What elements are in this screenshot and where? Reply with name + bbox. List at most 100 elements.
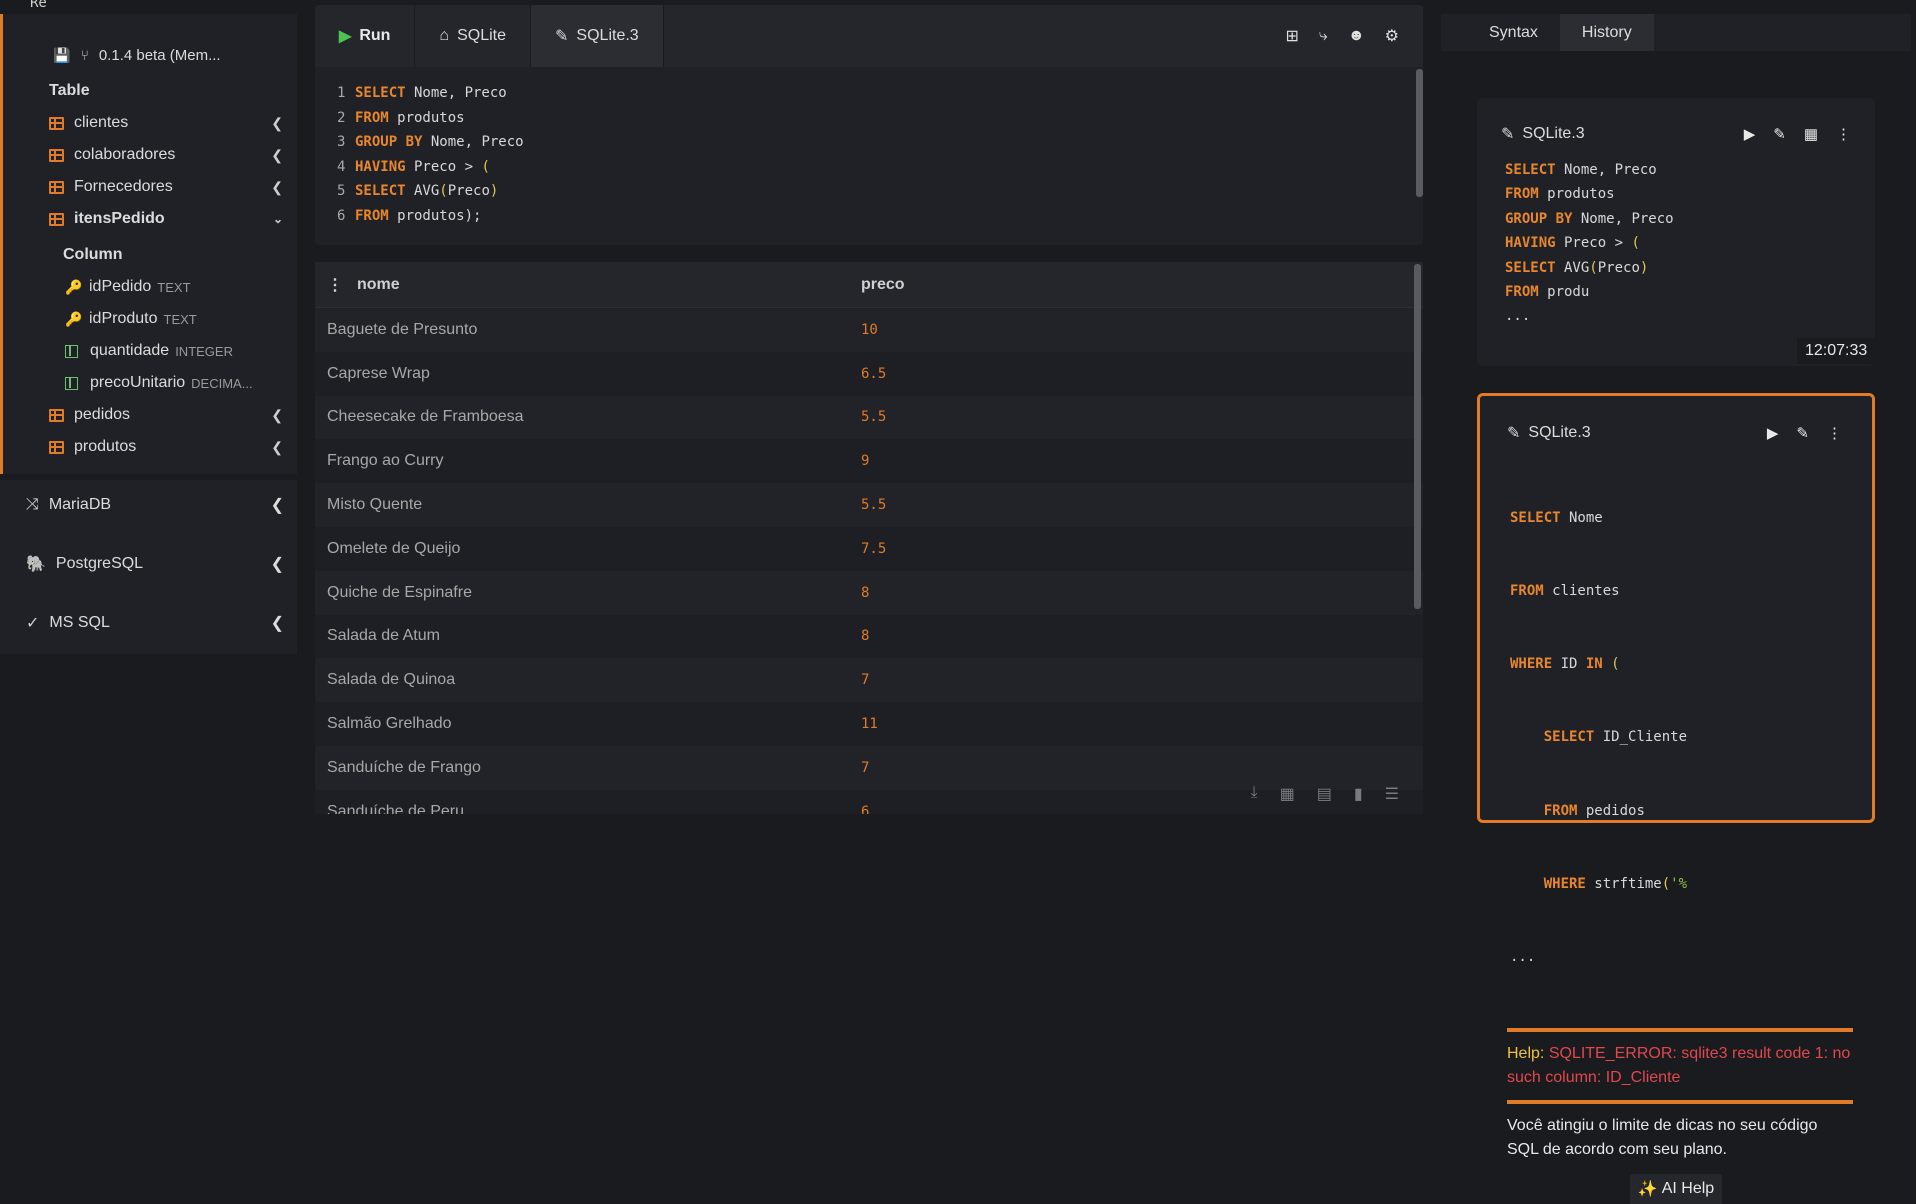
- history-title: SQLite.3: [1528, 424, 1591, 441]
- pencil-icon: ✎: [1507, 425, 1521, 442]
- column-item[interactable]: 🔑 idPedido TEXT: [65, 272, 191, 302]
- chevron-left-icon[interactable]: ❮: [271, 613, 284, 633]
- column-menu-icon[interactable]: ⋮: [327, 275, 343, 295]
- column-item[interactable]: quantidade INTEGER: [65, 336, 233, 366]
- code-line: 5 SELECT AVG(Preco): [337, 183, 499, 199]
- tab-sqlite[interactable]: ⌂ SQLite: [415, 5, 532, 67]
- history-timestamp: 12:07:33: [1797, 338, 1876, 364]
- download-icon[interactable]: ⤓: [1251, 784, 1258, 804]
- cell-nome: Frango ao Curry: [327, 452, 444, 470]
- run-button[interactable]: ▶ Run: [315, 5, 416, 67]
- column-header-nome[interactable]: nome: [357, 276, 400, 294]
- cell-preco: 11: [861, 716, 878, 733]
- table-row[interactable]: Salada de Quinoa 7: [315, 658, 1423, 703]
- tab-sqlite-3[interactable]: ✎ SQLite.3: [531, 5, 664, 67]
- ai-help-button[interactable]: ✨ AI Help: [1630, 1174, 1722, 1204]
- chevron-left-icon[interactable]: ❮: [271, 115, 283, 132]
- table-row[interactable]: Misto Quente 5.5: [315, 483, 1423, 527]
- history-code: SELECT Nome, Preco FROM produtos GROUP B…: [1505, 162, 1674, 325]
- editor-scrollbar[interactable]: [1416, 69, 1423, 197]
- results-toolbar: ⤓ ▦ ▤ ▮ ☰: [1251, 784, 1399, 804]
- column-header-preco[interactable]: preco: [847, 276, 905, 294]
- table-row[interactable]: Salada de Atum 8: [315, 615, 1423, 659]
- results-scrollbar[interactable]: [1414, 264, 1421, 609]
- column-item[interactable]: precoUnitario DECIMA...: [65, 368, 253, 398]
- database-item-mariadb[interactable]: ⤨ MariaDB ❮: [26, 490, 284, 520]
- table-item-produtos[interactable]: produtos ❮: [49, 432, 283, 462]
- more-icon[interactable]: ⋮: [1836, 125, 1851, 143]
- table-row[interactable]: Frango ao Curry 9: [315, 439, 1423, 483]
- code-area[interactable]: 1 SELECT Nome, Preco 2 FROM produtos 3 GROU…: [315, 67, 1423, 228]
- cell-nome: Quiche de Espinafre: [327, 583, 472, 601]
- gear-icon[interactable]: ⚙: [1385, 26, 1399, 46]
- play-icon[interactable]: ▶: [1744, 125, 1756, 143]
- database-item-mssql[interactable]: ✓ MS SQL ❮: [26, 608, 284, 638]
- chevron-left-icon[interactable]: ❮: [271, 407, 283, 424]
- chevron-left-icon[interactable]: ❮: [271, 179, 283, 196]
- results-table: ⋮ nome preco Baguete de Presunto 10 Caprese…: [315, 262, 1423, 814]
- user-icon[interactable]: ☻: [1348, 27, 1365, 45]
- mariadb-icon: ⤨: [26, 496, 39, 513]
- table-row[interactable]: Quiche de Espinafre 8: [315, 570, 1423, 615]
- cell-preco: 9: [861, 453, 870, 470]
- table-icon: [49, 440, 64, 454]
- cell-nome: Salada de Quinoa: [327, 671, 456, 689]
- edit-icon[interactable]: ✎: [1773, 125, 1786, 143]
- tab-syntax[interactable]: Syntax: [1467, 14, 1560, 51]
- table-icon: [49, 212, 64, 226]
- sidebar-top-cut: Re: [30, 0, 47, 11]
- table-row[interactable]: Cheesecake de Framboesa 5.5: [315, 395, 1423, 440]
- grid-icon[interactable]: ▦: [1804, 125, 1818, 143]
- table-section-header: Table: [49, 82, 90, 99]
- table-icon: [49, 408, 64, 422]
- column-section-header: Column: [63, 246, 123, 263]
- table-row[interactable]: Omelete de Queijo 7.5: [315, 527, 1423, 571]
- chart-icon[interactable]: ▤: [1317, 784, 1332, 804]
- cell-preco: 5.5: [861, 409, 887, 426]
- code-line: 6 FROM produtos);: [337, 207, 482, 224]
- chevron-left-icon[interactable]: ❮: [271, 554, 284, 574]
- sqlite-schema-panel: 💾 ⑂ 0.1.4 beta (Mem... Table clientes ❮ c…: [0, 14, 297, 474]
- schema-tree-icon[interactable]: ⑂: [80, 47, 88, 63]
- edit-icon[interactable]: ✎: [1796, 424, 1809, 442]
- right-panel-tabs: Syntax History: [1441, 14, 1911, 51]
- cell-nome: Salada de Atum: [327, 627, 440, 645]
- history-card: ✎ SQLite.3 ▶ ✎ ▦ ⋮ SELECT Nome, Preco FR…: [1477, 98, 1875, 366]
- table-item-clientes[interactable]: clientes ❮: [49, 108, 283, 138]
- book-icon[interactable]: ▮: [1354, 784, 1363, 804]
- history-code: SELECT Nome FROM clientes WHERE ID IN ( …: [1510, 509, 1688, 966]
- tab-history[interactable]: History: [1559, 14, 1654, 51]
- play-icon[interactable]: ▶: [1767, 424, 1779, 442]
- column-item[interactable]: 🔑 idProduto TEXT: [65, 304, 197, 334]
- menu-icon[interactable]: ☰: [1385, 784, 1399, 804]
- table-view-icon[interactable]: ▦: [1280, 784, 1295, 804]
- chevron-left-icon[interactable]: ❮: [271, 495, 284, 515]
- more-icon[interactable]: ⋮: [1827, 424, 1842, 442]
- cell-nome: Salmão Grelhado: [327, 715, 452, 733]
- chevron-left-icon[interactable]: ❮: [271, 439, 283, 456]
- database-item-postgresql[interactable]: 🐘 PostgreSQL ❮: [26, 549, 284, 579]
- table-item-fornecedores[interactable]: Fornecedores ❮: [49, 172, 283, 202]
- table-item-colaboradores[interactable]: colaboradores ❮: [49, 140, 283, 170]
- sidebar: Re 💾 ⑂ 0.1.4 beta (Mem... Table clientes…: [0, 0, 297, 814]
- version-row[interactable]: 💾 ⑂ 0.1.4 beta (Mem...: [53, 40, 221, 70]
- table-icon: [49, 148, 64, 162]
- limit-message: Você atingiu o limite de dicas no seu có…: [1507, 1117, 1818, 1159]
- chevron-down-icon[interactable]: ⌄: [273, 212, 283, 226]
- share-icon[interactable]: ⤷: [1319, 27, 1328, 45]
- table-row[interactable]: Baguete de Presunto 10: [315, 308, 1423, 352]
- table-row[interactable]: Caprese Wrap 6.5: [315, 352, 1423, 396]
- database-list: ⤨ MariaDB ❮ 🐘 PostgreSQL ❮ ✓ MS SQL ❮: [0, 480, 297, 654]
- table-row[interactable]: Salmão Grelhado 11: [315, 702, 1423, 746]
- version-label: 0.1.4 beta (Mem...: [98, 46, 221, 64]
- cell-nome: Sanduíche de Frango: [327, 758, 481, 776]
- play-icon: ▶: [339, 28, 352, 45]
- table-icon: [49, 180, 64, 194]
- save-icon[interactable]: 💾: [53, 47, 70, 64]
- history-title: SQLite.3: [1522, 125, 1585, 142]
- chevron-left-icon[interactable]: ❮: [271, 147, 283, 164]
- add-tab-icon[interactable]: ⊞: [1285, 26, 1298, 46]
- table-item-itenspedido[interactable]: itensPedido ⌄: [49, 204, 283, 234]
- table-item-pedidos[interactable]: pedidos ❮: [49, 400, 283, 430]
- error-message: Help: SQLITE_ERROR: sqlite3 result code …: [1507, 1028, 1853, 1105]
